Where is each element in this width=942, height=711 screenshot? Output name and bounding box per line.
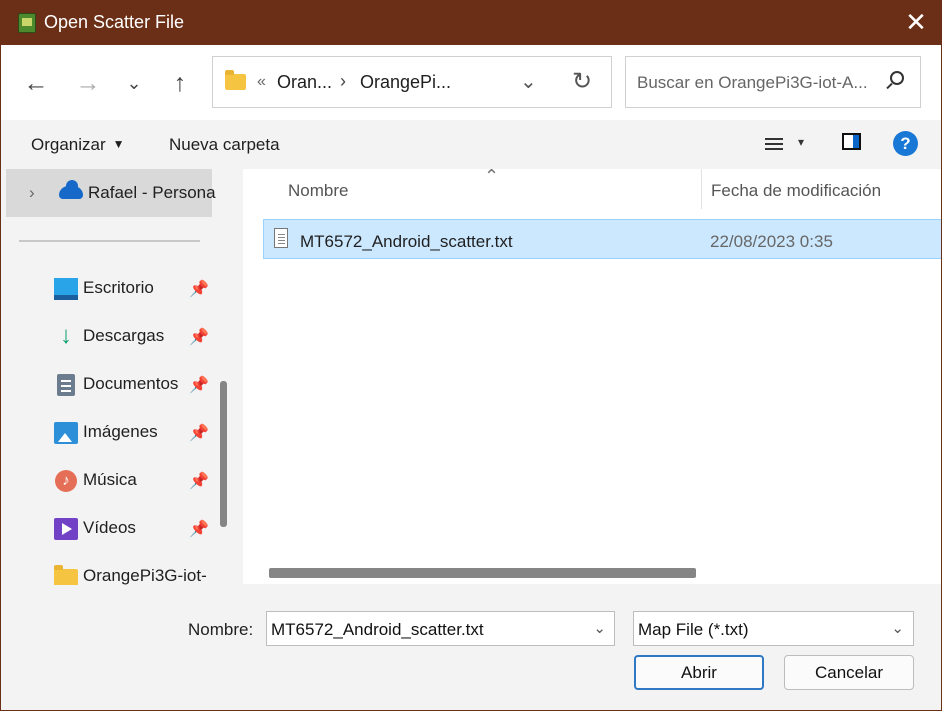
path-overflow-icon[interactable]: « <box>257 73 266 91</box>
preview-pane-icon[interactable] <box>842 133 861 150</box>
documents-icon <box>57 374 75 396</box>
pin-icon[interactable]: 📌 <box>189 471 209 491</box>
sidebar-item-label: Escritorio <box>83 278 154 297</box>
navigation-pane: › Rafael - Persona Escritorio 📌 ↓ Descar… <box>1 169 234 585</box>
pin-icon[interactable]: 📌 <box>189 519 209 539</box>
application-icon <box>18 13 36 33</box>
pin-icon[interactable]: 📌 <box>189 375 209 395</box>
dialog-title: Open Scatter File <box>44 12 185 32</box>
sidebar-scrollbar[interactable] <box>220 381 227 527</box>
pin-icon[interactable]: 📌 <box>189 423 209 443</box>
expand-chevron-icon[interactable]: › <box>29 183 35 203</box>
sidebar-item-label: Música <box>83 470 137 489</box>
sidebar-item-label: Documentos <box>83 374 179 393</box>
sidebar-item-escritorio[interactable]: Escritorio 📌 <box>1 269 212 309</box>
up-folder-arrow-icon[interactable]: ↑ <box>165 69 195 99</box>
file-type-select[interactable]: Map File (*.txt) ⌄ <box>633 611 914 646</box>
filename-label: Nombre: <box>188 620 254 639</box>
videos-icon <box>54 518 78 540</box>
file-modified-date: 22/08/2023 0:35 <box>710 232 833 251</box>
pin-icon[interactable]: 📌 <box>189 327 209 347</box>
file-list-pane: ⌃ Nombre Fecha de modificación MT6572_An… <box>243 169 941 584</box>
sidebar-item-label: Imágenes <box>83 422 158 441</box>
recent-locations-chevron-icon[interactable]: ⌄ <box>119 69 149 99</box>
sidebar-divider <box>19 240 200 242</box>
open-file-dialog: Open Scatter File ✕ ← → ⌄ ↑ « Oran... › … <box>0 0 942 711</box>
folder-icon <box>54 565 78 585</box>
sidebar-item-musica[interactable]: ♪ Música 📌 <box>1 461 212 501</box>
search-placeholder: Buscar en OrangePi3G-iot-A... <box>637 73 868 92</box>
sidebar-item-imagenes[interactable]: Imágenes 📌 <box>1 413 212 453</box>
new-folder-button[interactable]: Nueva carpeta <box>169 135 280 155</box>
desktop-icon <box>54 278 78 300</box>
column-divider[interactable] <box>701 169 702 209</box>
breadcrumb-segment-orangepi[interactable]: OrangePi... <box>360 72 451 93</box>
horizontal-scrollbar[interactable] <box>269 568 696 578</box>
pin-icon[interactable]: 📌 <box>189 279 209 299</box>
help-icon[interactable]: ? <box>893 131 918 156</box>
refresh-icon[interactable]: ↻ <box>572 67 592 96</box>
column-header-date-modified[interactable]: Fecha de modificación <box>711 181 881 201</box>
sidebar-item-label: Vídeos <box>83 518 136 537</box>
folder-icon <box>225 70 246 90</box>
download-icon: ↓ <box>60 322 72 349</box>
sidebar-item-label: Descargas <box>83 326 165 345</box>
organize-dropdown-icon: ▼ <box>112 137 125 151</box>
sidebar-item-onedrive[interactable]: › Rafael - Persona <box>6 169 216 217</box>
file-type-dropdown-icon[interactable]: ⌄ <box>891 619 904 637</box>
breadcrumb-segment-orange[interactable]: Oran... <box>277 72 332 93</box>
organize-label: Organizar <box>31 135 106 154</box>
sidebar-item-label: OrangePi3G-iot- <box>83 566 207 585</box>
file-name: MT6572_Android_scatter.txt <box>300 232 513 251</box>
dialog-footer: Nombre: MT6572_Android_scatter.txt ⌄ Map… <box>1 585 941 710</box>
organize-menu[interactable]: Organizar ▼ <box>31 135 125 155</box>
breadcrumb-separator-icon[interactable]: › <box>340 71 346 92</box>
file-type-value: Map File (*.txt) <box>638 620 749 639</box>
filename-value: MT6572_Android_scatter.txt <box>271 620 484 639</box>
table-row[interactable]: MT6572_Android_scatter.txt 22/08/2023 0:… <box>263 219 941 259</box>
column-header-name[interactable]: Nombre <box>288 181 348 201</box>
cancel-button[interactable]: Cancelar <box>784 655 914 690</box>
open-button[interactable]: Abrir <box>634 655 764 690</box>
view-dropdown-icon[interactable]: ▾ <box>798 135 804 149</box>
music-icon: ♪ <box>55 470 77 492</box>
sort-ascending-icon: ⌃ <box>484 169 500 186</box>
sidebar-item-label: Rafael - Persona <box>88 183 216 202</box>
forward-arrow-icon[interactable]: → <box>73 69 103 99</box>
sidebar-item-orangepi-folder[interactable]: OrangePi3G-iot- <box>1 557 212 585</box>
title-bar: Open Scatter File ✕ <box>1 1 941 45</box>
onedrive-cloud-icon <box>59 180 83 199</box>
navigation-bar: ← → ⌄ ↑ « Oran... › OrangePi... ⌄ ↻ Busc… <box>1 45 941 120</box>
address-bar[interactable]: « Oran... › OrangePi... ⌄ ↻ <box>212 56 612 108</box>
images-icon <box>54 422 78 444</box>
search-icon[interactable] <box>890 71 904 85</box>
view-options-icon[interactable] <box>765 138 783 152</box>
sidebar-item-documentos[interactable]: Documentos 📌 <box>1 365 212 405</box>
filename-dropdown-icon[interactable]: ⌄ <box>593 619 606 637</box>
address-dropdown-icon[interactable]: ⌄ <box>520 69 537 94</box>
text-file-icon <box>274 228 288 248</box>
search-box[interactable]: Buscar en OrangePi3G-iot-A... <box>625 56 921 108</box>
close-icon[interactable]: ✕ <box>904 9 928 35</box>
back-arrow-icon[interactable]: ← <box>21 69 51 99</box>
sidebar-item-videos[interactable]: Vídeos 📌 <box>1 509 212 549</box>
sidebar-item-descargas[interactable]: ↓ Descargas 📌 <box>1 317 212 357</box>
filename-field[interactable]: MT6572_Android_scatter.txt ⌄ <box>266 611 615 646</box>
command-bar: Organizar ▼ Nueva carpeta ▾ ? <box>1 120 941 169</box>
